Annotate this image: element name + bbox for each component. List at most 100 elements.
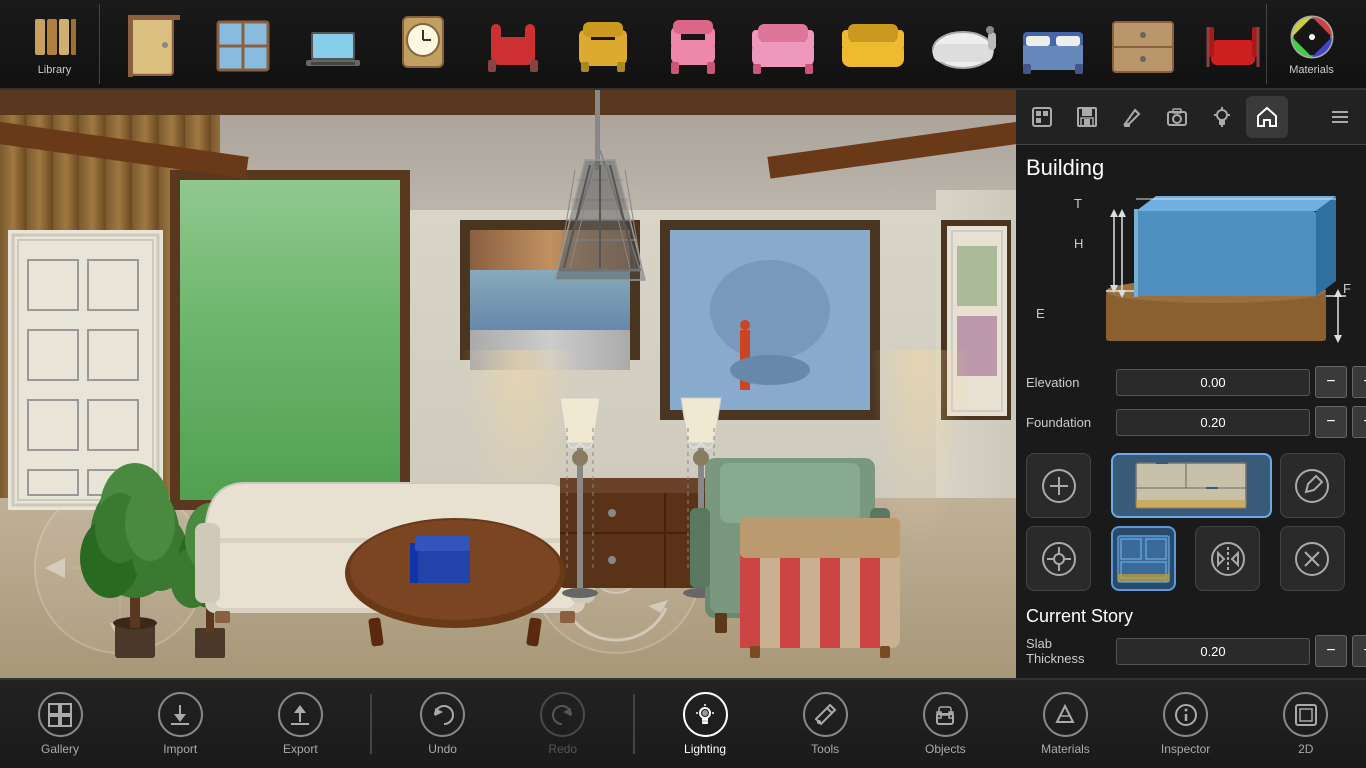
building-diagram: E T H F: [1026, 191, 1356, 351]
furniture-strip: [105, 4, 1266, 84]
furniture-red-chair[interactable]: [470, 4, 555, 84]
tools-button[interactable]: Tools: [775, 684, 875, 764]
slab-row: Slab Thickness − +: [1026, 635, 1356, 667]
panel-content: Building E T H F: [1016, 145, 1366, 678]
label-H: H: [1074, 236, 1083, 251]
lighting-button[interactable]: Lighting: [655, 684, 755, 764]
furniture-pink-chair[interactable]: [650, 4, 735, 84]
inspector-button[interactable]: Inspector: [1136, 684, 1236, 764]
panel-building-title: Building: [1026, 155, 1356, 181]
slab-plus[interactable]: +: [1352, 635, 1366, 667]
furniture-yellow-armchair[interactable]: [560, 4, 645, 84]
tools-icon: [803, 692, 848, 737]
mirror-button[interactable]: [1195, 526, 1260, 591]
library-button[interactable]: Library: [10, 4, 100, 84]
ceiling-beam-top: [0, 90, 1016, 115]
furniture-laptop[interactable]: [290, 4, 375, 84]
furniture-door[interactable]: [110, 4, 195, 84]
label-E: E: [1036, 306, 1045, 321]
coffee-table: [340, 518, 570, 648]
elevation-plus[interactable]: +: [1352, 366, 1366, 398]
import-label: Import: [163, 742, 197, 756]
objects-button[interactable]: Objects: [895, 684, 995, 764]
top-toolbar: Library: [0, 0, 1366, 90]
current-story-title: Current Story: [1026, 606, 1356, 627]
2d-icon: [1283, 692, 1328, 737]
right-panel: Building E T H F: [1016, 90, 1366, 678]
library-icon: [30, 12, 80, 62]
lighting-icon: [683, 692, 728, 737]
furniture-yellow-sofa[interactable]: [830, 4, 915, 84]
tab-select[interactable]: [1021, 96, 1063, 138]
undo-button[interactable]: Undo: [393, 684, 493, 764]
floor-plan-preview[interactable]: [1111, 453, 1272, 518]
tools-label: Tools: [811, 742, 839, 756]
move-floor-button[interactable]: [1026, 526, 1091, 591]
furniture-cabinet[interactable]: [1100, 4, 1185, 84]
redo-icon: [540, 692, 585, 737]
edit-floor-button[interactable]: [1280, 453, 1345, 518]
undo-label: Undo: [428, 742, 457, 756]
inspector-icon: [1163, 692, 1208, 737]
furniture-red-chair2[interactable]: [1190, 4, 1266, 84]
gallery-icon: [38, 692, 83, 737]
objects-label: Objects: [925, 742, 966, 756]
panel-tabs: [1016, 90, 1366, 145]
materials-label: Materials: [1289, 64, 1334, 76]
materials-bottom-button[interactable]: Materials: [1015, 684, 1115, 764]
striped-chair: [730, 508, 910, 658]
2d-label: 2D: [1298, 742, 1313, 756]
label-T: T: [1074, 196, 1082, 211]
tab-camera[interactable]: [1156, 96, 1198, 138]
elevation-row: Elevation − +: [1026, 366, 1356, 398]
foundation-plus[interactable]: +: [1352, 406, 1366, 438]
export-label: Export: [283, 742, 318, 756]
objects-icon: [923, 692, 968, 737]
furniture-clock[interactable]: [380, 4, 465, 84]
slab-input[interactable]: [1116, 638, 1310, 665]
foundation-input[interactable]: [1116, 409, 1310, 436]
divider-1: [370, 694, 372, 754]
import-button[interactable]: Import: [130, 684, 230, 764]
tab-save[interactable]: [1066, 96, 1108, 138]
redo-label: Redo: [548, 742, 577, 756]
furniture-window[interactable]: [200, 4, 285, 84]
slab-label: Slab Thickness: [1026, 636, 1111, 666]
object-icon-grid: [1026, 453, 1356, 591]
main-scene-area[interactable]: [0, 90, 1016, 678]
floor-plan-selected[interactable]: [1111, 526, 1176, 591]
gallery-button[interactable]: Gallery: [10, 684, 110, 764]
tab-home[interactable]: [1246, 96, 1288, 138]
materials-bottom-icon: [1043, 692, 1088, 737]
inspector-label: Inspector: [1161, 742, 1210, 756]
gallery-label: Gallery: [41, 742, 79, 756]
2d-button[interactable]: 2D: [1256, 684, 1356, 764]
elevation-label: Elevation: [1026, 375, 1111, 390]
lighting-label: Lighting: [684, 742, 726, 756]
tab-list[interactable]: [1319, 96, 1361, 138]
furniture-bathtub[interactable]: [920, 4, 1005, 84]
foundation-label: Foundation: [1026, 415, 1111, 430]
furniture-pink-sofa[interactable]: [740, 4, 825, 84]
foundation-minus[interactable]: −: [1315, 406, 1347, 438]
library-label: Library: [38, 64, 72, 76]
room-scene[interactable]: [0, 90, 1016, 678]
tab-paint[interactable]: [1111, 96, 1153, 138]
slab-minus[interactable]: −: [1315, 635, 1347, 667]
divider-2: [633, 694, 635, 754]
export-icon: [278, 692, 323, 737]
tab-light[interactable]: [1201, 96, 1243, 138]
redo-button[interactable]: Redo: [513, 684, 613, 764]
foundation-row: Foundation − +: [1026, 406, 1356, 438]
add-floor-button[interactable]: [1026, 453, 1091, 518]
materials-icon: [1287, 12, 1337, 62]
furniture-bed[interactable]: [1010, 4, 1095, 84]
delete-floor-button[interactable]: [1280, 526, 1345, 591]
materials-button[interactable]: Materials: [1266, 4, 1356, 84]
undo-icon: [420, 692, 465, 737]
export-button[interactable]: Export: [250, 684, 350, 764]
bottom-toolbar: Gallery Import Export Undo Redo: [0, 678, 1366, 768]
elevation-input[interactable]: [1116, 369, 1310, 396]
pendant-lamp: [540, 150, 660, 310]
elevation-minus[interactable]: −: [1315, 366, 1347, 398]
